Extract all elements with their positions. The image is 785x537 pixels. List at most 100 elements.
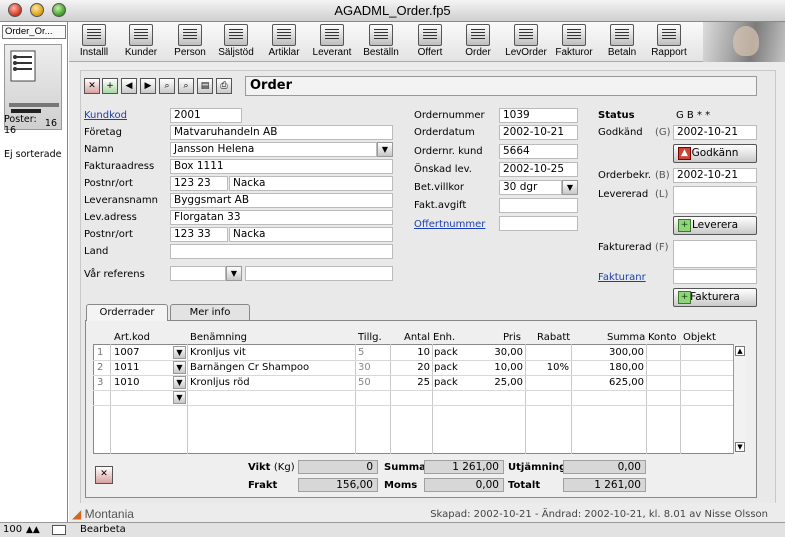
artkod-dropdown[interactable]: ▼ <box>173 346 186 359</box>
find-all-icon[interactable]: ⌕ <box>178 78 194 94</box>
zoom-icon[interactable]: ▲▲ <box>26 525 40 535</box>
toolbar-artiklar-button[interactable]: Artiklar <box>261 24 307 61</box>
rabatt-cell[interactable]: 10% <box>529 361 569 376</box>
moms-label: Moms <box>384 480 418 491</box>
table-row[interactable]: 2 1011 ▼ Barnängen Cr Shampoo 30 20 pack… <box>93 361 733 376</box>
toolbar-fakturor-button[interactable]: Fakturor <box>551 24 597 61</box>
toolbar-person-button[interactable]: Person <box>167 24 213 61</box>
fakturerad-field[interactable] <box>673 240 757 268</box>
levererad-field[interactable] <box>673 186 757 214</box>
print-icon[interactable]: ⎙ <box>216 78 232 94</box>
pris-cell[interactable]: 10,00 <box>483 361 523 376</box>
enh-cell[interactable]: pack <box>434 361 458 376</box>
records-label: Poster: <box>4 114 37 125</box>
fakturaadress-field[interactable]: Box 1111 <box>170 159 393 174</box>
artkod-cell[interactable]: 1007 <box>114 346 139 361</box>
ort-field[interactable]: Nacka <box>229 176 393 191</box>
land-label: Land <box>84 246 109 257</box>
betvillkor-dropdown[interactable]: ▼ <box>562 180 578 195</box>
pris-cell[interactable]: 30,00 <box>483 346 523 361</box>
enh-cell[interactable]: pack <box>434 376 458 391</box>
toolbar-install-button[interactable]: Installl <box>71 24 117 61</box>
offertnummer-link[interactable]: Offertnummer <box>414 219 485 230</box>
toolbar-kunder-button[interactable]: Kunder <box>118 24 164 61</box>
next-record-icon[interactable]: ▶ <box>140 78 156 94</box>
layout-selector[interactable]: Order_Or... <box>2 25 66 39</box>
postnr2-field[interactable]: 123 33 <box>170 227 228 242</box>
antal-cell[interactable]: 25 <box>392 376 430 391</box>
offertnummer-field[interactable] <box>499 216 578 231</box>
new-record-icon[interactable]: + <box>102 78 118 94</box>
list-view-icon[interactable]: ▤ <box>197 78 213 94</box>
module-toolbar: Installl Kunder Person Säljstöd Artiklar… <box>69 22 785 62</box>
var-referens-dropdown[interactable]: ▼ <box>226 266 242 281</box>
var-referens-name-field[interactable] <box>245 266 393 281</box>
table-row[interactable]: 1 1007 ▼ Kronljus vit 5 10 pack 30,00 30… <box>93 346 733 361</box>
orderbekr-field[interactable]: 2002-10-21 <box>673 168 757 183</box>
fakturanr-field[interactable] <box>673 269 757 284</box>
scroll-up-icon[interactable]: ▲ <box>735 346 745 356</box>
artkod-dropdown[interactable]: ▼ <box>173 376 186 389</box>
artkod-dropdown[interactable]: ▼ <box>173 361 186 374</box>
ordernr-kund-field[interactable]: 5664 <box>499 144 578 159</box>
godkand-field[interactable]: 2002-10-21 <box>673 125 757 140</box>
portal-scrollbar[interactable]: ▲ ▼ <box>733 344 746 454</box>
foretag-field[interactable]: Matvaruhandeln AB <box>170 125 393 140</box>
enh-cell[interactable]: pack <box>434 346 458 361</box>
toolbar-leverant-button[interactable]: Leverant <box>309 24 355 61</box>
find-icon[interactable]: ⌕ <box>159 78 175 94</box>
plus-icon: + <box>678 219 691 232</box>
land-field[interactable] <box>170 244 393 259</box>
levadress-field[interactable]: Florgatan 33 <box>170 210 393 225</box>
table-row-empty[interactable]: ▼ <box>93 391 733 406</box>
mode-indicator[interactable]: Bearbeta <box>80 524 126 535</box>
zoom-level[interactable]: 100 <box>3 524 22 535</box>
frakt-field[interactable]: 156,00 <box>298 478 378 492</box>
leveransnamn-field[interactable]: Byggsmart AB <box>170 193 393 208</box>
var-referens-field[interactable] <box>170 266 226 281</box>
rabatt-cell[interactable] <box>529 346 569 361</box>
artkod-dropdown[interactable]: ▼ <box>173 391 186 404</box>
antal-cell[interactable]: 20 <box>392 361 430 376</box>
toolbar-rapport-button[interactable]: Rapport <box>646 24 692 61</box>
antal-cell[interactable]: 10 <box>392 346 430 361</box>
delete-record-icon[interactable]: ✕ <box>84 78 100 94</box>
artkod-cell[interactable]: 1011 <box>114 361 139 376</box>
toolbar-order-button[interactable]: Order <box>455 24 501 61</box>
table-row[interactable]: 3 1010 ▼ Kronljus röd 50 25 pack 25,00 6… <box>93 376 733 391</box>
leverera-button[interactable]: + Leverera <box>673 216 757 235</box>
kundkod-field[interactable]: 2001 <box>170 108 242 123</box>
orderdatum-label: Orderdatum <box>414 127 475 138</box>
toolbar-betaln-button[interactable]: Betaln <box>599 24 645 61</box>
benamning-cell[interactable]: Barnängen Cr Shampoo <box>190 361 309 376</box>
scroll-down-icon[interactable]: ▼ <box>735 442 745 452</box>
toolbar-saljstod-button[interactable]: Säljstöd <box>213 24 259 61</box>
kundkod-link[interactable]: Kundkod <box>84 110 127 121</box>
status-area-toggle-icon[interactable] <box>52 525 66 535</box>
namn-field[interactable]: Jansson Helena <box>170 142 377 157</box>
faktavgift-field[interactable] <box>499 198 578 213</box>
ordernummer-field[interactable]: 1039 <box>499 108 578 123</box>
previous-record-icon[interactable]: ◀ <box>121 78 137 94</box>
tab-mer-info[interactable]: Mer info <box>170 304 250 320</box>
rabatt-cell[interactable] <box>529 376 569 391</box>
delete-row-icon[interactable]: ✕ <box>95 466 113 484</box>
toolbar-bestalln-button[interactable]: Beställn <box>358 24 404 61</box>
benamning-cell[interactable]: Kronljus vit <box>190 346 246 361</box>
postnr-field[interactable]: 123 23 <box>170 176 228 191</box>
benamning-cell[interactable]: Kronljus röd <box>190 376 250 391</box>
godkann-button[interactable]: ▲ Godkänn <box>673 144 757 163</box>
tab-orderrader[interactable]: Orderrader <box>86 304 168 321</box>
onskad-lev-field[interactable]: 2002-10-25 <box>499 162 578 177</box>
artkod-cell[interactable]: 1010 <box>114 376 139 391</box>
betvillkor-field[interactable]: 30 dgr <box>499 180 562 195</box>
fakturera-button[interactable]: + Fakturera <box>673 288 757 307</box>
pris-cell[interactable]: 25,00 <box>483 376 523 391</box>
ort2-field[interactable]: Nacka <box>229 227 393 242</box>
toolbar-levorder-button[interactable]: LevOrder <box>503 24 549 61</box>
orderdatum-field[interactable]: 2002-10-21 <box>499 125 578 140</box>
toolbar-offert-button[interactable]: Offert <box>407 24 453 61</box>
namn-dropdown[interactable]: ▼ <box>377 142 393 157</box>
fakturanr-link[interactable]: Fakturanr <box>598 272 646 283</box>
totalt-label: Totalt <box>508 480 541 491</box>
